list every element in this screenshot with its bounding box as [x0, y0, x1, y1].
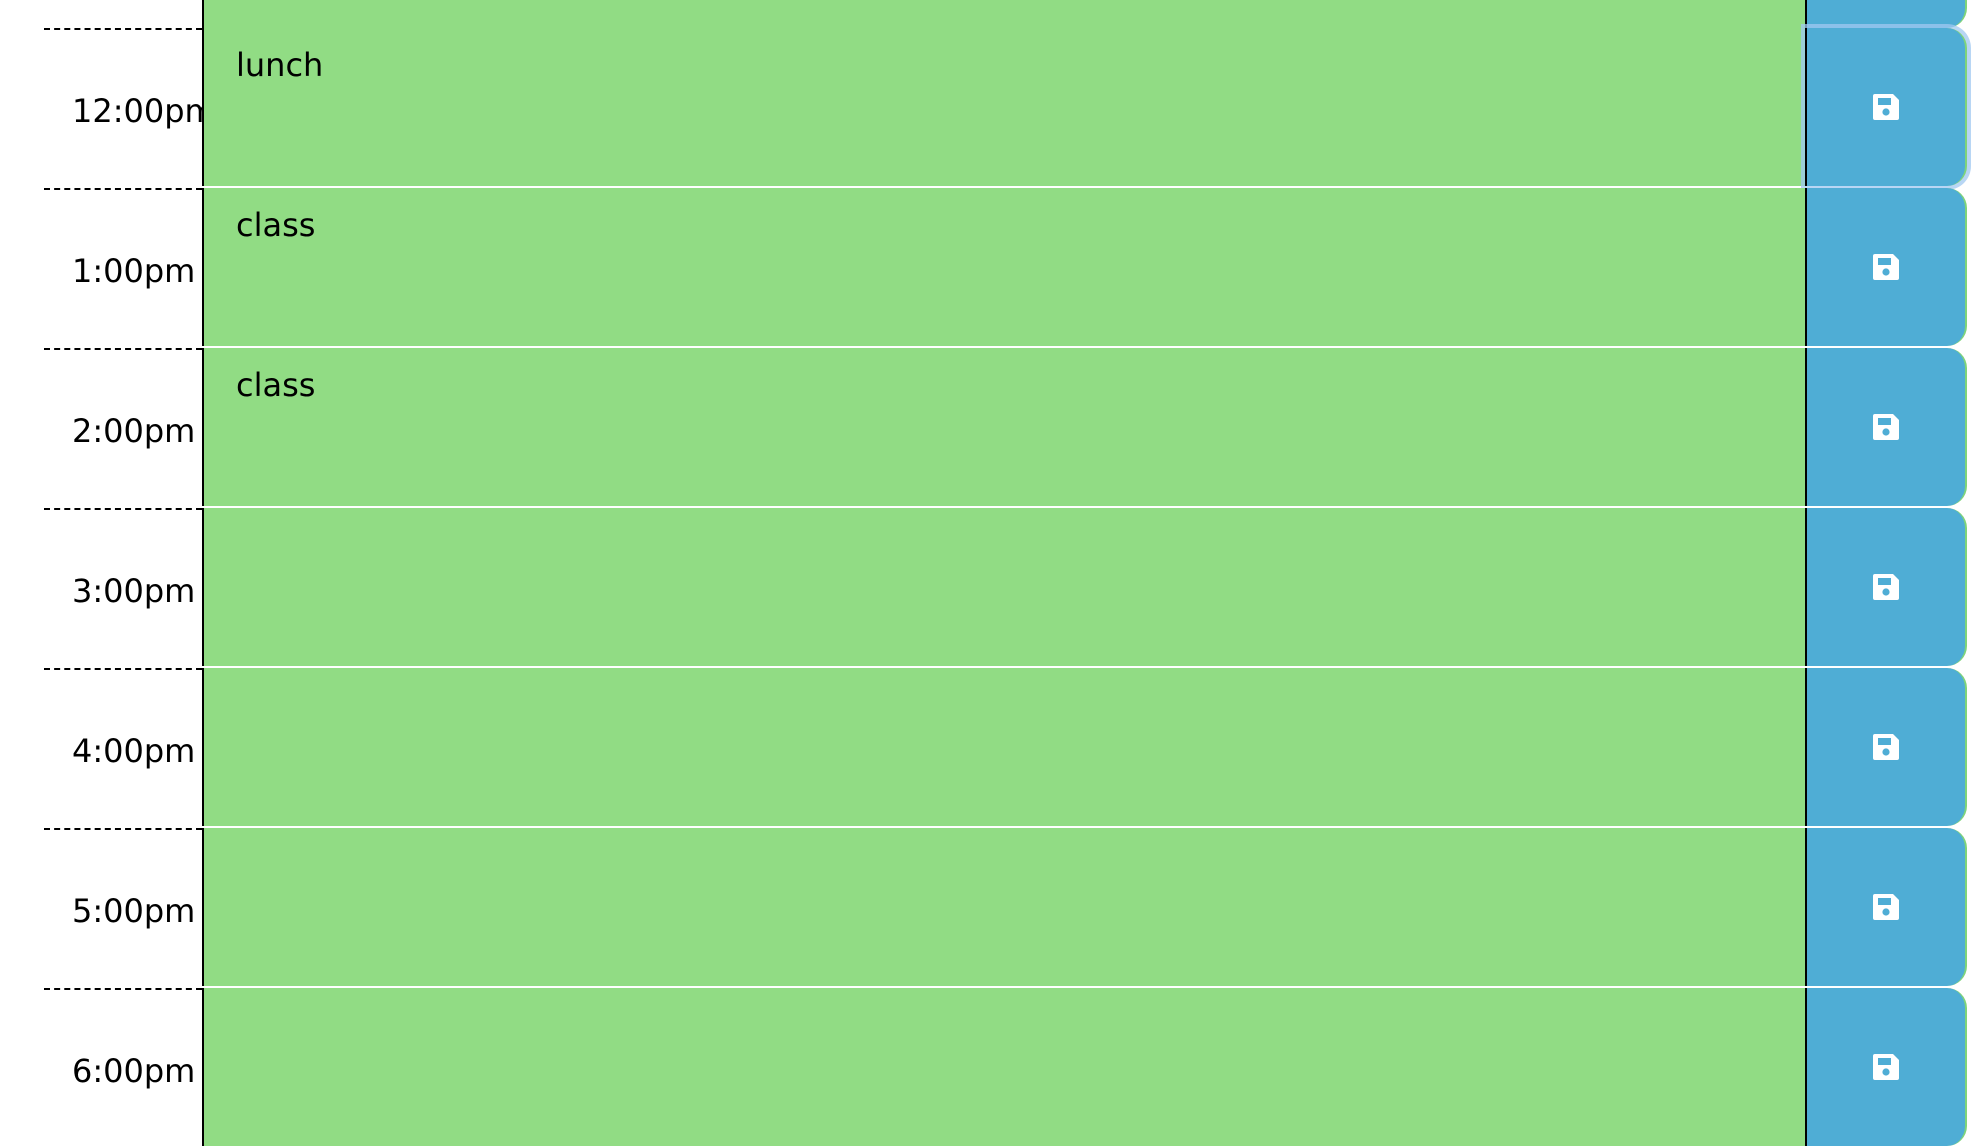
- hour-label: 1:00pm: [72, 252, 196, 290]
- save-button[interactable]: [1805, 188, 1967, 346]
- description-textarea[interactable]: [202, 988, 1805, 1146]
- scheduler-container: 12:00pm lunch 1:00pm class 2:00pm class …: [0, 0, 1978, 1146]
- floppy-disk-icon: [1873, 414, 1899, 440]
- save-button[interactable]: [1805, 988, 1967, 1146]
- time-block: 12:00pm lunch: [0, 28, 1978, 188]
- floppy-disk-icon: [1873, 894, 1899, 920]
- hour-cell: 2:00pm: [44, 348, 202, 508]
- hour-cell: 5:00pm: [44, 828, 202, 988]
- hour-label: 3:00pm: [72, 572, 196, 610]
- description-textarea[interactable]: lunch: [202, 28, 1805, 186]
- hour-label: 5:00pm: [72, 892, 196, 930]
- floppy-disk-icon: [1873, 574, 1899, 600]
- hour-label: 2:00pm: [72, 412, 196, 450]
- hour-cell: 4:00pm: [44, 668, 202, 828]
- hour-label: 12:00pm: [72, 92, 216, 130]
- time-block: 1:00pm class: [0, 188, 1978, 348]
- time-block: 5:00pm: [0, 828, 1978, 988]
- time-block: 2:00pm class: [0, 348, 1978, 508]
- floppy-disk-icon: [1873, 734, 1899, 760]
- description-text: lunch: [236, 46, 324, 84]
- floppy-disk-icon: [1873, 94, 1899, 120]
- save-button[interactable]: [1805, 508, 1967, 666]
- description-text: class: [236, 366, 316, 404]
- save-button[interactable]: [1805, 828, 1967, 986]
- hour-cell: 1:00pm: [44, 188, 202, 348]
- hour-cell: 12:00pm: [44, 28, 216, 188]
- save-button[interactable]: [1805, 668, 1967, 826]
- save-button[interactable]: [1805, 0, 1967, 28]
- description-textarea[interactable]: class: [202, 188, 1805, 346]
- time-block-partial: [0, 0, 1978, 28]
- time-block: 6:00pm: [0, 988, 1978, 1148]
- save-button[interactable]: [1805, 348, 1967, 506]
- time-block: 3:00pm: [0, 508, 1978, 668]
- time-block: 4:00pm: [0, 668, 1978, 828]
- description-textarea[interactable]: [202, 828, 1805, 986]
- floppy-disk-icon: [1873, 254, 1899, 280]
- description-textarea[interactable]: [202, 0, 1805, 28]
- hour-label: 6:00pm: [72, 1052, 196, 1090]
- hour-cell: 6:00pm: [44, 988, 202, 1148]
- hour-cell: 3:00pm: [44, 508, 202, 668]
- hour-label: 4:00pm: [72, 732, 196, 770]
- description-textarea[interactable]: class: [202, 348, 1805, 506]
- save-button[interactable]: [1805, 28, 1967, 186]
- description-textarea[interactable]: [202, 668, 1805, 826]
- floppy-disk-icon: [1873, 1054, 1899, 1080]
- description-text: class: [236, 206, 316, 244]
- description-textarea[interactable]: [202, 508, 1805, 666]
